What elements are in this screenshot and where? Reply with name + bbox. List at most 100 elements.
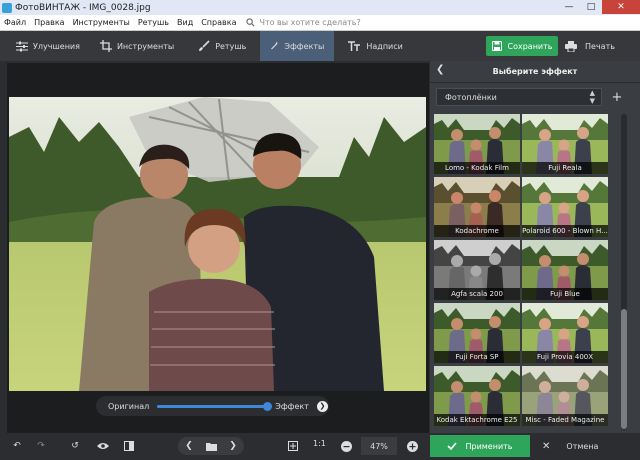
- effect-name: Fuji Blue: [522, 288, 608, 300]
- maximize-button[interactable]: □: [580, 0, 602, 14]
- preview-button[interactable]: [94, 437, 112, 455]
- rotate-ccw-icon: ↺: [71, 441, 79, 451]
- next-photo-button[interactable]: ❯: [224, 437, 242, 455]
- plus-circle-icon: [406, 440, 418, 452]
- open-folder-button[interactable]: [202, 437, 220, 455]
- menu-search[interactable]: Что вы хотите сделать?: [246, 18, 368, 27]
- compare-slider-fill: [157, 404, 268, 408]
- tab-enhancements[interactable]: Улучшения: [6, 31, 90, 61]
- effect-thumbnail[interactable]: Fuji Blue: [522, 240, 608, 300]
- tab-tools[interactable]: Инструменты: [90, 31, 184, 61]
- tab-captions[interactable]: Надписи: [338, 31, 412, 61]
- effect-name: Agfa scala 200: [434, 288, 520, 300]
- chevron-left-icon: ❮: [185, 441, 193, 451]
- cancel-label: Отмена: [566, 441, 599, 451]
- effect-thumbnail[interactable]: Lomo - Kodak Film: [434, 114, 520, 174]
- effect-thumbnail[interactable]: Kodak Ektachrome E25: [434, 366, 520, 426]
- redo-button[interactable]: ↷: [32, 437, 50, 455]
- print-button[interactable]: Печать: [565, 36, 615, 56]
- undo-icon: ↶: [13, 441, 21, 451]
- text-icon: [348, 40, 361, 51]
- tab-effects[interactable]: Эффекты: [260, 31, 335, 61]
- brush-icon: [199, 40, 210, 51]
- effect-name: Fuji Reala: [522, 162, 608, 174]
- back-button[interactable]: ❮: [436, 64, 444, 75]
- minimize-button[interactable]: —: [558, 0, 580, 14]
- effect-name: Kodachrome: [434, 225, 520, 237]
- menu-view[interactable]: Вид: [177, 18, 193, 27]
- effects-scrollbar[interactable]: [621, 114, 627, 430]
- close-window-button[interactable]: ✕: [602, 0, 640, 14]
- magic-wand-icon: [271, 41, 279, 50]
- category-value: Фотоплёнки: [445, 92, 497, 102]
- actual-size-button[interactable]: 1:1: [313, 439, 326, 448]
- menu-bar: Файл Правка Инструменты Ретушь Вид Справ…: [0, 15, 640, 31]
- effect-name: Polaroid 600 - Blown H...: [522, 225, 608, 237]
- apply-button[interactable]: Применить: [430, 435, 530, 457]
- effect-thumbnail[interactable]: Fuji Forta SP: [434, 303, 520, 363]
- previous-photo-button[interactable]: ❮: [180, 437, 198, 455]
- check-icon: [447, 442, 458, 450]
- effect-thumbnail[interactable]: Kodachrome: [434, 177, 520, 237]
- reset-button[interactable]: ↺: [66, 437, 84, 455]
- printer-icon: [565, 40, 577, 52]
- menu-file[interactable]: Файл: [4, 18, 26, 27]
- effect-label: Эффект: [275, 401, 309, 411]
- tab-label: Инструменты: [116, 41, 175, 51]
- menu-help[interactable]: Справка: [201, 18, 236, 27]
- effect-thumbnail[interactable]: Misc - Faded Magazine: [522, 366, 608, 426]
- zoom-level[interactable]: 47%: [361, 437, 397, 455]
- cancel-button[interactable]: ✕ Отмена: [536, 435, 636, 457]
- effect-name: Misc - Faded Magazine: [522, 414, 608, 426]
- effect-thumbnail[interactable]: Fuji Provia 400X: [522, 303, 608, 363]
- split-view-icon: [124, 441, 134, 451]
- menu-retouch[interactable]: Ретушь: [138, 18, 169, 27]
- search-icon: [246, 18, 255, 27]
- category-select[interactable]: Фотоплёнки ▲ ▼: [436, 88, 602, 106]
- window-title: ФотоВИНТАЖ - IMG_0028.jpg: [15, 2, 151, 13]
- folder-icon: [205, 442, 217, 451]
- effect-name: Kodak Ektachrome E25: [434, 414, 520, 426]
- tab-label: Эффекты: [284, 41, 325, 51]
- photo-canvas[interactable]: [9, 97, 426, 391]
- fit-to-screen-button[interactable]: [284, 437, 302, 455]
- effect-name: Fuji Forta SP: [434, 351, 520, 363]
- compare-slider[interactable]: [157, 401, 273, 411]
- chevron-left-icon: ❮: [436, 64, 445, 75]
- effect-thumbnail[interactable]: Agfa scala 200: [434, 240, 520, 300]
- add-effect-button[interactable]: +: [608, 88, 626, 106]
- menu-tools[interactable]: Инструменты: [73, 18, 130, 27]
- chevron-right-icon: ❯: [229, 441, 237, 451]
- tab-label: Ретушь: [215, 41, 247, 51]
- effect-thumbnail[interactable]: Fuji Reala: [522, 114, 608, 174]
- tab-label: Надписи: [366, 41, 403, 51]
- print-label: Печать: [585, 41, 615, 51]
- undo-button[interactable]: ↶: [8, 437, 26, 455]
- split-view-button[interactable]: [120, 437, 138, 455]
- chevron-right-icon[interactable]: ❯: [316, 400, 328, 412]
- search-placeholder: Что вы хотите сделать?: [259, 18, 361, 27]
- floppy-disk-icon: [491, 41, 502, 51]
- menu-edit[interactable]: Правка: [34, 18, 64, 27]
- window-controls: — □ ✕: [558, 0, 640, 15]
- compare-slider-knob[interactable]: [263, 401, 273, 411]
- tab-retouch[interactable]: Ретушь: [188, 31, 256, 61]
- apply-label: Применить: [465, 441, 513, 451]
- minus-circle-icon: [340, 440, 352, 452]
- plus-icon: +: [611, 89, 623, 105]
- scrollbar-thumb[interactable]: [621, 309, 627, 429]
- effect-thumbnail[interactable]: Polaroid 600 - Blown H...: [522, 177, 608, 237]
- close-icon: ✕: [542, 440, 551, 452]
- zoom-out-button[interactable]: [337, 437, 355, 455]
- effects-grid: Lomo - Kodak Film Fuji Reala Kodachrome …: [434, 114, 616, 430]
- tab-label: Улучшения: [33, 41, 80, 51]
- crop-icon: [99, 40, 112, 52]
- updown-caret-icon: ▲ ▼: [589, 89, 595, 105]
- sliders-icon: [16, 41, 28, 51]
- zoom-in-button[interactable]: [403, 437, 421, 455]
- fit-screen-icon: [288, 441, 298, 451]
- app-icon: [2, 2, 12, 13]
- save-button[interactable]: Сохранить: [486, 36, 558, 56]
- save-label: Сохранить: [507, 41, 553, 51]
- original-label: Оригинал: [108, 401, 150, 411]
